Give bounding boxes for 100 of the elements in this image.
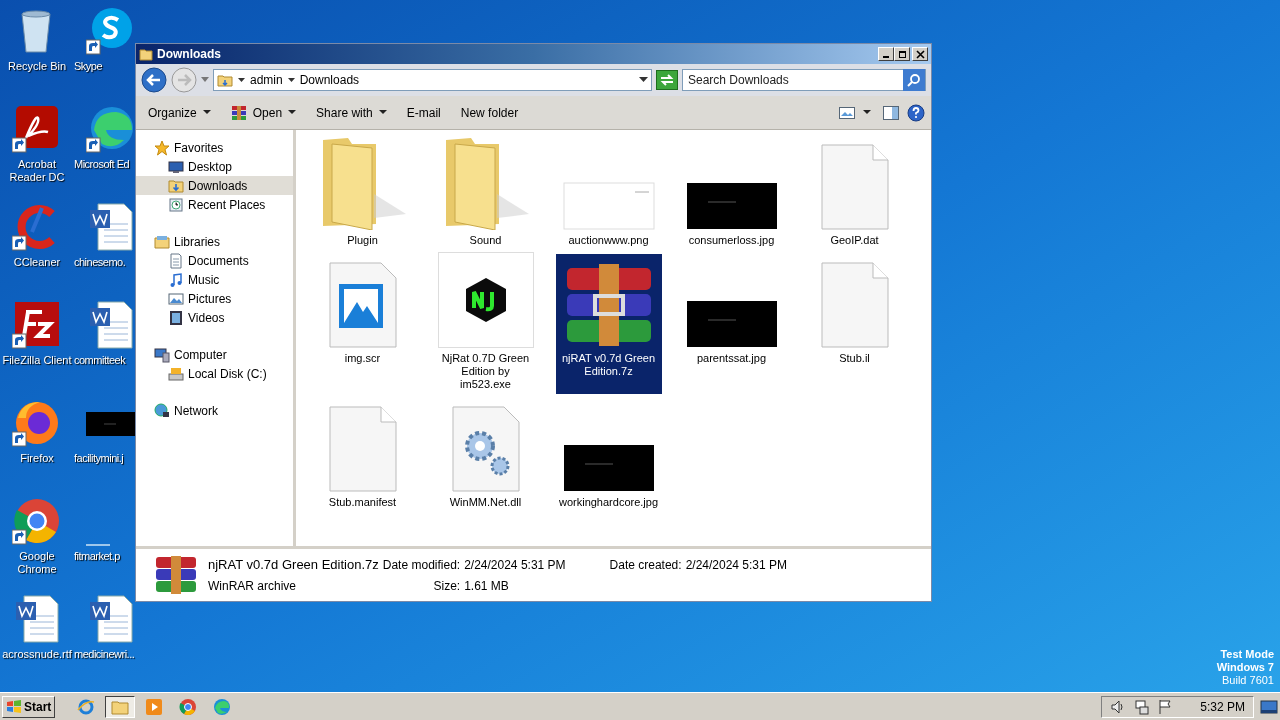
- preview-pane-icon[interactable]: [883, 105, 899, 120]
- toolbar-button[interactable]: Organize: [142, 99, 217, 126]
- toolbar-button[interactable]: New folder: [454, 99, 525, 126]
- file-item[interactable]: Stub.manifest: [309, 398, 416, 512]
- close-icon: [915, 49, 925, 59]
- close-button[interactable]: [912, 47, 928, 61]
- play-icon: [145, 697, 164, 716]
- sidebar-item[interactable]: Recent Places: [136, 195, 293, 214]
- desktop-icon-label[interactable]: Google Chrome: [0, 550, 74, 576]
- address-bar[interactable]: admin Downloads: [213, 69, 652, 91]
- chrome-icon: [179, 697, 198, 716]
- toolbar-button[interactable]: Open: [224, 99, 303, 126]
- clock-icon: [168, 196, 184, 213]
- minimize-button[interactable]: [878, 47, 894, 61]
- maximize-icon: [897, 49, 907, 59]
- file-item[interactable]: njRAT v0.7d Green Edition.7z: [555, 254, 662, 394]
- maximize-button[interactable]: [894, 47, 910, 61]
- window-title: Downloads: [157, 46, 222, 63]
- desktop-icon-label[interactable]: FileZilla Client: [0, 354, 74, 367]
- help-icon[interactable]: [907, 103, 925, 122]
- detail-label: Size:: [432, 578, 461, 596]
- desktop-icon-label[interactable]: Acrobat Reader DC: [0, 158, 74, 184]
- file-item[interactable]: parentssat.jpg: [678, 254, 785, 394]
- sidebar-group[interactable]: Network: [136, 401, 293, 420]
- desktop-icon-label[interactable]: Microsoft Ed: [74, 158, 130, 171]
- breadcrumb-caret-icon[interactable]: [238, 77, 245, 83]
- history-caret-icon[interactable]: [201, 77, 209, 83]
- desktop-icon-label[interactable]: fitmarket.p: [74, 550, 120, 563]
- image-thumbnail-icon: [562, 444, 655, 492]
- desktop-mode-text: Test Mode: [1220, 648, 1274, 661]
- desktop-icon-label[interactable]: CCleaner: [0, 256, 74, 269]
- desktop-icon-label[interactable]: medicinewri...: [74, 648, 135, 661]
- desktop-mode-text: Windows 7: [1216, 661, 1274, 674]
- show-desktop-icon[interactable]: [1260, 698, 1278, 715]
- refresh-icon[interactable]: [656, 70, 678, 90]
- flag-icon[interactable]: [1158, 698, 1173, 715]
- file-item[interactable]: auctionwww.png: [555, 136, 662, 250]
- folder-icon: [217, 72, 233, 88]
- desktop-icon-label[interactable]: chinesemo.: [74, 256, 126, 269]
- detail-value: 2/24/2024 5:31 PM: [685, 556, 788, 574]
- monitor-icon: [168, 158, 184, 175]
- file-item[interactable]: img.scr: [309, 254, 416, 394]
- detail-value: 2/24/2024 5:31 PM: [464, 556, 567, 574]
- toolbar-button[interactable]: Share with: [310, 99, 393, 126]
- toolbar-button[interactable]: E-mail: [400, 99, 447, 126]
- detail-label: Date created:: [609, 556, 682, 574]
- sidebar-item[interactable]: Downloads: [136, 176, 293, 195]
- folder-download-icon: [168, 177, 184, 194]
- sidebar-item[interactable]: Pictures: [136, 289, 293, 308]
- sidebar-item[interactable]: Videos: [136, 308, 293, 327]
- network-icon[interactable]: [1134, 698, 1151, 715]
- search-field[interactable]: Search Downloads: [682, 69, 926, 91]
- document-icon: [168, 252, 184, 269]
- file-item[interactable]: workinghardcore.jpg: [555, 398, 662, 512]
- start-button[interactable]: Start: [2, 695, 56, 718]
- sidebar-item[interactable]: Music: [136, 270, 293, 289]
- browser-e-icon: [77, 697, 96, 716]
- image-thumbnail-icon: [685, 182, 778, 230]
- file-item[interactable]: Sound: [432, 136, 539, 250]
- detail-value: 1.61 MB: [464, 578, 510, 596]
- file-item[interactable]: Stub.il: [801, 254, 908, 394]
- search-input[interactable]: Search Downloads: [683, 70, 903, 90]
- desktop-icon-label[interactable]: facilitymini.j: [74, 452, 124, 465]
- desktop-icon-label[interactable]: Recycle Bin: [0, 60, 74, 73]
- taskbar-app-button[interactable]: [105, 695, 136, 718]
- desktop-mode-text: Build 7601: [1222, 674, 1274, 687]
- globe-icon: [154, 402, 170, 419]
- image-thumbnail-icon: [562, 182, 655, 230]
- desktop-icon-label[interactable]: Firefox: [0, 452, 74, 465]
- desktop-icon-label[interactable]: committeek: [74, 354, 126, 367]
- sidebar-item[interactable]: Documents: [136, 251, 293, 270]
- file-item[interactable]: Plugin: [309, 136, 416, 250]
- breadcrumb-caret-icon[interactable]: [287, 77, 295, 83]
- star-icon: [154, 139, 170, 156]
- drive-icon: [168, 365, 184, 382]
- file-name: njRAT v0.7d Green Edition.7z: [208, 555, 379, 574]
- music-note-icon: [168, 271, 184, 288]
- sidebar-group[interactable]: Computer: [136, 345, 293, 364]
- archive-icon: [230, 104, 247, 121]
- sidebar-item[interactable]: Desktop: [136, 157, 293, 176]
- caret-icon: [863, 110, 871, 115]
- sidebar-item[interactable]: Local Disk (C:): [136, 364, 293, 383]
- picture-document-icon: [328, 262, 397, 348]
- blank-document-icon: [820, 144, 889, 230]
- clock[interactable]: 5:32 PM: [1200, 697, 1245, 716]
- file-item[interactable]: GeoIP.dat: [801, 136, 908, 250]
- dropdown-caret-icon[interactable]: [639, 77, 648, 83]
- file-item[interactable]: consumerloss.jpg: [678, 136, 785, 250]
- sidebar-group[interactable]: Libraries: [136, 232, 293, 251]
- file-item[interactable]: NjRat 0.7D Green Edition by im523.exe: [432, 254, 539, 394]
- breadcrumb-item[interactable]: Downloads: [299, 71, 360, 89]
- desktop-icon-label[interactable]: acrossnude.rtf: [0, 648, 74, 661]
- search-button[interactable]: [903, 69, 925, 91]
- desktop-icon-label[interactable]: Skype: [74, 60, 103, 73]
- library-icon: [154, 233, 170, 250]
- file-item[interactable]: WinMM.Net.dll: [432, 398, 539, 512]
- search-icon: [907, 73, 921, 87]
- breadcrumb-item[interactable]: admin: [250, 71, 283, 89]
- back-button-icon[interactable]: [141, 67, 167, 93]
- sidebar-group[interactable]: Favorites: [136, 138, 293, 157]
